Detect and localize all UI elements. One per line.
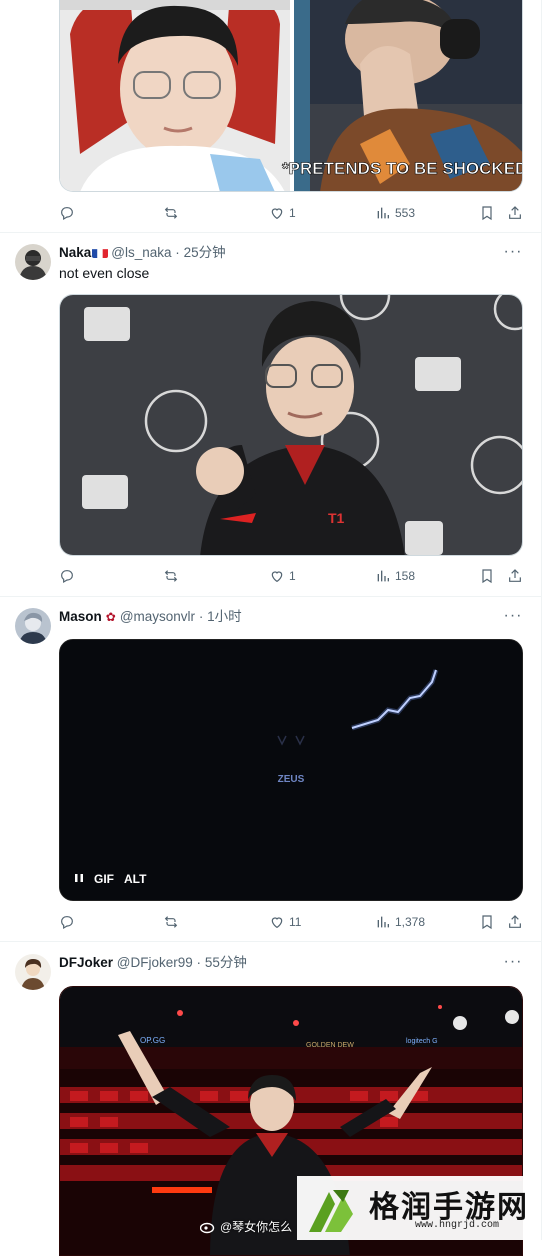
- more-button[interactable]: ···: [503, 953, 523, 974]
- like-button[interactable]: 1: [269, 203, 296, 223]
- stage-sign: GOLDEN DEW: [306, 1042, 354, 1049]
- more-button[interactable]: ···: [503, 243, 523, 264]
- tweet-1-caption: *PRETENDS TO BE SHOCKED*: [282, 159, 523, 178]
- views-button[interactable]: 553: [375, 203, 415, 223]
- reply-button[interactable]: [59, 912, 79, 932]
- site-watermark: 格润手游网 www.hngrjd.com: [297, 1176, 541, 1240]
- more-icon: ···: [503, 607, 523, 624]
- tweet-2-actions: 1 158: [59, 566, 523, 586]
- author-name[interactable]: Naka: [59, 245, 91, 260]
- separator-dot: ·: [196, 955, 202, 970]
- bookmark-button[interactable]: [479, 203, 495, 223]
- reply-button[interactable]: [59, 566, 79, 586]
- bookmark-icon: [482, 206, 492, 221]
- like-button[interactable]: 1: [269, 566, 296, 586]
- share-button[interactable]: [507, 203, 523, 223]
- gif-badge: GIF ALT: [74, 872, 146, 886]
- tweet-4-header: DFJoker @DFjoker99 · 55分钟: [59, 954, 247, 972]
- retweet-icon: [164, 207, 178, 219]
- views-icon: [377, 916, 389, 928]
- share-button[interactable]: [507, 566, 523, 586]
- retweet-icon: [164, 570, 178, 582]
- share-icon: [509, 206, 521, 219]
- more-icon: ···: [503, 243, 523, 260]
- stage-sign: logitech G: [406, 1038, 438, 1045]
- timeline-feed: *PRETENDS TO BE SHOCKED* 1 553 Naka @ls_…: [0, 0, 542, 1256]
- separator-dot: ·: [198, 609, 204, 624]
- alt-button[interactable]: ALT: [124, 872, 146, 886]
- tweet-3-actions: 11 1,378: [59, 912, 523, 932]
- weibo-handle: @琴女你怎么: [220, 1220, 293, 1234]
- views-count: 1,378: [395, 915, 426, 929]
- site-url: www.hngrjd.com: [415, 1220, 500, 1231]
- bookmark-button[interactable]: [479, 912, 495, 932]
- gif-label: GIF: [94, 872, 114, 886]
- gif-watermark-text: ZEUS: [278, 774, 305, 785]
- reply-icon: [61, 916, 73, 930]
- more-icon: ···: [503, 953, 523, 970]
- france-flag-icon: [92, 247, 109, 258]
- tweet-text: not even close: [59, 265, 150, 281]
- reply-icon: [61, 207, 73, 221]
- avatar[interactable]: [15, 608, 51, 644]
- views-button[interactable]: 158: [375, 566, 415, 586]
- divider: [0, 941, 541, 942]
- divider: [0, 232, 541, 233]
- weibo-icon: [200, 1222, 215, 1233]
- like-count: 11: [289, 915, 302, 929]
- site-logo-icon: [309, 1190, 353, 1232]
- bookmark-icon: [482, 569, 492, 584]
- tweet-1-media[interactable]: *PRETENDS TO BE SHOCKED*: [59, 0, 523, 192]
- retweet-button[interactable]: [163, 566, 183, 586]
- tweet-2-media[interactable]: T1: [59, 294, 523, 556]
- heart-icon: [271, 917, 283, 929]
- more-button[interactable]: ···: [503, 607, 523, 628]
- pause-button[interactable]: [74, 872, 84, 886]
- retweet-button[interactable]: [163, 912, 183, 932]
- tweet-3-media[interactable]: ZEUS GIF ALT: [59, 639, 523, 901]
- divider: [0, 596, 541, 597]
- share-button[interactable]: [507, 912, 523, 932]
- separator-dot: ·: [175, 245, 180, 260]
- author-handle[interactable]: @DFjoker99: [117, 955, 193, 970]
- retweet-button[interactable]: [163, 203, 183, 223]
- heart-icon: [271, 571, 283, 583]
- like-button[interactable]: 11: [269, 912, 301, 932]
- views-icon: [377, 570, 389, 582]
- author-handle[interactable]: @ls_naka: [111, 245, 171, 260]
- heart-icon: [271, 208, 283, 220]
- tweet-1-image: *PRETENDS TO BE SHOCKED*: [60, 0, 523, 191]
- timestamp[interactable]: 1小时: [207, 609, 242, 624]
- weibo-tag: @琴女你怎么: [200, 1218, 292, 1235]
- avatar[interactable]: [15, 244, 51, 280]
- retweet-icon: [164, 916, 178, 928]
- svg-text:T1: T1: [328, 510, 345, 526]
- author-handle[interactable]: @maysonvlr: [120, 609, 195, 624]
- tweet-2-header: Naka @ls_naka · 25分钟: [59, 244, 226, 262]
- tweet-3-gif: ZEUS: [60, 640, 522, 900]
- bookmark-button[interactable]: [479, 566, 495, 586]
- share-icon: [509, 569, 521, 582]
- like-count: 1: [289, 206, 296, 220]
- views-count: 553: [395, 206, 416, 220]
- reply-icon: [61, 570, 73, 584]
- reply-button[interactable]: [59, 203, 79, 223]
- tweet-3-header: Mason ✿ @maysonvlr · 1小时: [59, 608, 242, 626]
- share-icon: [509, 915, 521, 928]
- timestamp[interactable]: 55分钟: [205, 955, 247, 970]
- views-count: 158: [395, 569, 416, 583]
- pause-icon: [75, 874, 83, 882]
- views-icon: [377, 207, 389, 219]
- avatar[interactable]: [15, 954, 51, 990]
- timestamp[interactable]: 25分钟: [184, 245, 226, 260]
- bookmark-icon: [482, 915, 492, 930]
- author-name[interactable]: Mason: [59, 609, 102, 624]
- tweet-2-image: T1: [60, 295, 522, 555]
- like-count: 1: [289, 569, 296, 583]
- tweet-1-actions: 1 553: [59, 203, 523, 223]
- author-name[interactable]: DFJoker: [59, 955, 113, 970]
- views-button[interactable]: 1,378: [375, 912, 425, 932]
- stage-sign: OP.GG: [140, 1036, 165, 1045]
- rose-icon: ✿: [105, 610, 116, 624]
